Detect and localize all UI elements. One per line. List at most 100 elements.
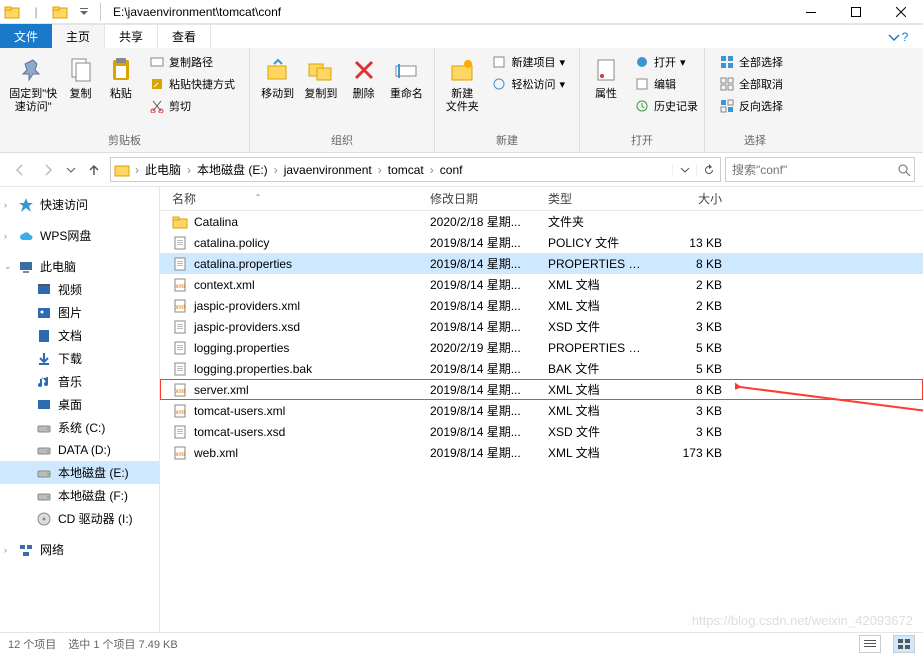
column-name[interactable]: 名称ˆ — [160, 190, 422, 207]
select-none-button[interactable]: 全部取消 — [715, 74, 787, 94]
paste-button[interactable]: 粘贴 — [101, 52, 141, 103]
breadcrumb-item[interactable]: 此电脑 — [141, 161, 185, 178]
expand-icon[interactable]: › — [4, 231, 7, 241]
column-type[interactable]: 类型 — [540, 190, 655, 207]
nav-item[interactable]: 桌面 — [0, 393, 159, 416]
nav-item[interactable]: 下载 — [0, 347, 159, 370]
column-date[interactable]: 修改日期 — [422, 190, 540, 207]
tab-file[interactable]: 文件 — [0, 24, 52, 48]
file-row[interactable]: logging.properties2020/2/19 星期...PROPERT… — [160, 337, 923, 358]
tab-view[interactable]: 查看 — [158, 24, 211, 48]
nav-item[interactable]: › 网络 — [0, 538, 159, 561]
qat-dropdown-icon[interactable] — [76, 4, 92, 20]
download-icon — [36, 351, 52, 367]
new-folder-button[interactable]: 新建 文件夹 — [441, 52, 483, 116]
file-row[interactable]: xmlweb.xml2019/8/14 星期...XML 文档173 KB — [160, 442, 923, 463]
tab-home[interactable]: 主页 — [52, 24, 105, 48]
chevron-right-icon[interactable]: › — [428, 163, 436, 177]
svg-text:xml: xml — [175, 389, 184, 395]
chevron-right-icon[interactable]: › — [133, 163, 141, 177]
view-details-button[interactable] — [859, 635, 881, 653]
file-date: 2019/8/14 星期... — [422, 297, 540, 314]
file-row[interactable]: xmlcontext.xml2019/8/14 星期...XML 文档2 KB — [160, 274, 923, 295]
up-button[interactable] — [82, 158, 106, 182]
paste-shortcut-icon — [149, 76, 165, 92]
new-item-button[interactable]: 新建项目 ▾ — [487, 52, 569, 72]
back-button[interactable] — [8, 158, 32, 182]
expand-icon[interactable]: ⌄ — [4, 261, 12, 272]
edit-button[interactable]: 编辑 — [630, 74, 702, 94]
file-row[interactable]: logging.properties.bak2019/8/14 星期...BAK… — [160, 358, 923, 379]
file-date: 2019/8/14 星期... — [422, 381, 540, 398]
minimize-button[interactable] — [788, 0, 833, 24]
file-icon — [172, 256, 188, 272]
address-box[interactable]: › 此电脑 › 本地磁盘 (E:) › javaenvironment › to… — [110, 157, 721, 182]
properties-button[interactable]: 属性 — [586, 52, 626, 103]
nav-item[interactable]: 本地磁盘 (F:) — [0, 484, 159, 507]
nav-item[interactable]: ›快速访问 — [0, 193, 159, 216]
nav-item[interactable]: 本地磁盘 (E:) — [0, 461, 159, 484]
nav-item[interactable]: 文档 — [0, 324, 159, 347]
nav-item[interactable]: ›WPS网盘 — [0, 224, 159, 247]
file-row[interactable]: tomcat-users.xsd2019/8/14 星期...XSD 文件3 K… — [160, 421, 923, 442]
file-row[interactable]: xmlserver.xml2019/8/14 星期...XML 文档8 KB — [160, 379, 923, 400]
paste-shortcut-button[interactable]: 粘贴快捷方式 — [145, 74, 239, 94]
file-date: 2019/8/14 星期... — [422, 423, 540, 440]
nav-item[interactable]: 系统 (C:) — [0, 416, 159, 439]
cut-button[interactable]: 剪切 — [145, 96, 239, 116]
nav-item[interactable]: 图片 — [0, 301, 159, 324]
file-row[interactable]: jaspic-providers.xsd2019/8/14 星期...XSD 文… — [160, 316, 923, 337]
chevron-right-icon[interactable]: › — [185, 163, 193, 177]
copy-path-button[interactable]: 复制路径 — [145, 52, 239, 72]
easy-access-button[interactable]: 轻松访问 ▾ — [487, 74, 569, 94]
breadcrumb-item[interactable]: 本地磁盘 (E:) — [193, 161, 272, 178]
copy-button[interactable]: 复制 — [60, 52, 100, 103]
expand-icon[interactable]: › — [4, 545, 7, 555]
close-button[interactable] — [878, 0, 923, 24]
search-box[interactable] — [725, 157, 915, 182]
view-icons-button[interactable] — [893, 635, 915, 653]
drive-icon — [36, 420, 52, 436]
nav-item-label: 网络 — [40, 541, 64, 558]
ribbon-collapse-button[interactable]: ? — [873, 24, 923, 48]
select-all-button[interactable]: 全部选择 — [715, 52, 787, 72]
invert-selection-button[interactable]: 反向选择 — [715, 96, 787, 116]
search-input[interactable] — [726, 163, 893, 177]
tab-share[interactable]: 共享 — [105, 24, 158, 48]
file-name: jaspic-providers.xsd — [194, 320, 300, 334]
folder-icon — [4, 4, 20, 20]
forward-button[interactable] — [36, 158, 60, 182]
rename-button[interactable]: 重命名 — [385, 52, 428, 103]
file-row[interactable]: xmljaspic-providers.xml2019/8/14 星期...XM… — [160, 295, 923, 316]
expand-icon[interactable]: › — [4, 200, 7, 210]
maximize-button[interactable] — [833, 0, 878, 24]
refresh-button[interactable] — [696, 164, 720, 176]
pin-to-quick-access-button[interactable]: 固定到"快 速访问" — [6, 52, 60, 116]
chevron-right-icon[interactable]: › — [376, 163, 384, 177]
file-row[interactable]: catalina.policy2019/8/14 星期...POLICY 文件1… — [160, 232, 923, 253]
recent-dropdown[interactable] — [64, 158, 78, 182]
file-row[interactable]: xmltomcat-users.xml2019/8/14 星期...XML 文档… — [160, 400, 923, 421]
nav-item[interactable]: 视频 — [0, 278, 159, 301]
chevron-right-icon[interactable]: › — [272, 163, 280, 177]
delete-button[interactable]: 删除 — [342, 52, 384, 103]
file-name: jaspic-providers.xml — [194, 299, 300, 313]
file-date: 2020/2/19 星期... — [422, 339, 540, 356]
nav-item[interactable]: ⌄此电脑 — [0, 255, 159, 278]
nav-item[interactable]: 音乐 — [0, 370, 159, 393]
breadcrumb-item[interactable]: javaenvironment — [280, 163, 376, 177]
address-dropdown[interactable] — [672, 165, 696, 175]
breadcrumb-item[interactable]: conf — [436, 163, 467, 177]
search-icon[interactable] — [893, 163, 914, 177]
file-row[interactable]: Catalina2020/2/18 星期...文件夹 — [160, 211, 923, 232]
nav-item[interactable]: DATA (D:) — [0, 439, 159, 461]
nav-item[interactable]: CD 驱动器 (I:) — [0, 507, 159, 530]
column-size[interactable]: 大小 — [655, 190, 730, 207]
history-button[interactable]: 历史记录 — [630, 96, 702, 116]
open-button[interactable]: 打开 ▾ — [630, 52, 702, 72]
window-title: E:\javaenvironment\tomcat\conf — [105, 5, 788, 19]
copy-to-button[interactable]: 复制到 — [299, 52, 342, 103]
breadcrumb-item[interactable]: tomcat — [384, 163, 428, 177]
file-row[interactable]: catalina.properties2019/8/14 星期...PROPER… — [160, 253, 923, 274]
move-to-button[interactable]: 移动到 — [256, 52, 299, 103]
